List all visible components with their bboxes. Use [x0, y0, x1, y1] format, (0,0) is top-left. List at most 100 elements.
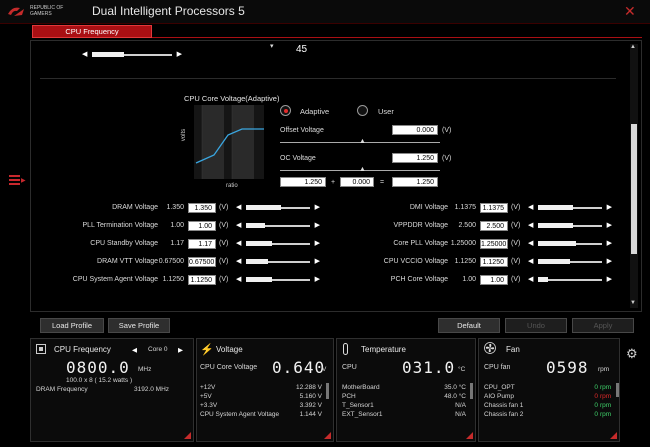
voltage-input[interactable]: 1.1250: [188, 275, 216, 285]
core-prev-icon[interactable]: ◀: [132, 346, 137, 354]
voltage-input[interactable]: 1.1375: [480, 203, 508, 213]
slider-left-arrow-icon[interactable]: ◀: [528, 275, 533, 283]
voltage-row-label: +12V: [200, 384, 216, 391]
voltage-slider[interactable]: ◀ ▶: [528, 239, 612, 248]
voltage-label: PCH Core Voltage: [390, 276, 448, 283]
slider-right-arrow-icon[interactable]: ▶: [607, 275, 612, 283]
voltage-slider[interactable]: ◀ ▶: [236, 275, 320, 284]
voltage-scroll[interactable]: [326, 383, 329, 399]
offset-voltage-label: Offset Voltage: [280, 127, 324, 134]
dram-frequency-value: 3192.0 MHz: [134, 386, 170, 393]
temp-row-value: 48.0 °C: [444, 393, 466, 400]
voltage-slider[interactable]: ◀ ▶: [236, 239, 320, 248]
slider-right-arrow-icon[interactable]: ▶: [315, 257, 320, 265]
cpu-temp-label: CPU: [342, 364, 357, 371]
voltage-label: DMI Voltage: [409, 204, 448, 211]
dram-frequency-label: DRAM Frequency: [36, 386, 88, 393]
cpu-core-voltage-label: CPU Core Voltage: [200, 364, 258, 371]
core-next-icon[interactable]: ▶: [178, 346, 183, 354]
voltage-row-label: CPU System Agent Voltage: [200, 411, 280, 418]
voltage-graph: [194, 105, 264, 179]
default-button[interactable]: Default: [438, 318, 500, 333]
oc-slider-thumb[interactable]: ▲: [359, 166, 366, 173]
voltage-slider[interactable]: ◀ ▶: [236, 257, 320, 266]
save-profile-button[interactable]: Save Profile: [108, 318, 170, 333]
oc-voltage-input[interactable]: 1.250: [392, 153, 438, 163]
fan-row-unit: rpm: [600, 393, 612, 400]
voltage-slider[interactable]: ◀ ▶: [236, 203, 320, 212]
voltage-title: Voltage: [216, 345, 243, 354]
slider-right-arrow-icon[interactable]: ▶: [177, 50, 182, 58]
slider-right-arrow-icon[interactable]: ▶: [607, 221, 612, 229]
offset-voltage-input[interactable]: 0.000: [392, 125, 438, 135]
gear-icon[interactable]: ⚙: [626, 346, 638, 362]
slider-left-arrow-icon[interactable]: ◀: [528, 221, 533, 229]
slider-left-arrow-icon[interactable]: ◀: [528, 257, 533, 265]
voltage-default: 2.500: [458, 222, 476, 229]
voltage-slider[interactable]: ◀ ▶: [528, 203, 612, 212]
voltage-input[interactable]: 1.350: [188, 203, 216, 213]
slider-right-arrow-icon[interactable]: ▶: [607, 257, 612, 265]
top-slider[interactable]: ◀ ▶: [82, 50, 182, 59]
fan-scroll[interactable]: [616, 383, 619, 397]
slider-left-arrow-icon[interactable]: ◀: [236, 221, 241, 229]
slider-left-arrow-icon[interactable]: ◀: [528, 239, 533, 247]
apply-button[interactable]: Apply: [572, 318, 634, 333]
tab-cpu-frequency[interactable]: CPU Frequency: [32, 25, 152, 38]
temperature-scroll[interactable]: [470, 383, 473, 399]
cpu-temp-value: 031.0: [402, 358, 456, 377]
fan-row-value: 0: [594, 384, 598, 391]
fan-row-label: AIO Pump: [484, 393, 514, 400]
slider-left-arrow-icon[interactable]: ◀: [236, 257, 241, 265]
slider-right-arrow-icon[interactable]: ▶: [607, 203, 612, 211]
slider-left-arrow-icon[interactable]: ◀: [236, 239, 241, 247]
slider-left-arrow-icon[interactable]: ◀: [528, 203, 533, 211]
voltage-input[interactable]: 1.17: [188, 239, 216, 249]
scroll-up-icon[interactable]: ▲: [630, 44, 636, 50]
slider-left-arrow-icon[interactable]: ◀: [236, 275, 241, 283]
close-icon[interactable]: ✕: [624, 3, 636, 20]
voltage-input[interactable]: 0.67500: [188, 257, 216, 267]
graph-y-label: volts: [181, 128, 188, 142]
slider-right-arrow-icon[interactable]: ▶: [315, 275, 320, 283]
radio-adaptive[interactable]: [280, 105, 291, 116]
slider-right-arrow-icon[interactable]: ▶: [315, 221, 320, 229]
offset-slider-thumb[interactable]: ▲: [359, 138, 366, 145]
brand-line2: GAMERS: [30, 11, 52, 17]
temp-row-value: N/A: [455, 411, 466, 418]
scrollbar-thumb[interactable]: [631, 124, 637, 254]
side-menu-icon[interactable]: ▶: [9, 173, 26, 187]
voltage-input[interactable]: 1.00: [480, 275, 508, 285]
temperature-title: Temperature: [361, 345, 406, 354]
voltage-slider[interactable]: ◀ ▶: [528, 275, 612, 284]
cpu-core-voltage-value: 0.640: [272, 358, 326, 377]
cpu-temp-unit: °C: [458, 366, 466, 373]
voltage-slider[interactable]: ◀ ▶: [528, 221, 612, 230]
load-profile-button[interactable]: Load Profile: [40, 318, 104, 333]
voltage-unit: (V): [219, 240, 229, 247]
scroll-down-icon[interactable]: ▼: [630, 300, 636, 306]
fan-row-label: CPU_OPT: [484, 384, 515, 391]
user-label: User: [378, 107, 394, 116]
app-title: Dual Intelligent Processors 5: [92, 4, 245, 18]
voltage-label: Core PLL Voltage: [393, 240, 448, 247]
slider-left-arrow-icon[interactable]: ◀: [82, 50, 87, 58]
slider-left-arrow-icon[interactable]: ◀: [236, 203, 241, 211]
voltage-input[interactable]: 1.25000: [480, 239, 508, 249]
voltage-default: 1.1375: [454, 204, 476, 211]
voltage-input[interactable]: 1.1250: [480, 257, 508, 267]
voltage-row-value: 5.160 V: [299, 393, 322, 400]
voltage-unit: (V): [511, 222, 521, 229]
slider-right-arrow-icon[interactable]: ▶: [315, 239, 320, 247]
voltage-slider[interactable]: ◀ ▶: [528, 257, 612, 266]
voltage-input[interactable]: 1.00: [188, 221, 216, 231]
radio-user[interactable]: [357, 105, 368, 116]
core-selector[interactable]: Core 0: [148, 346, 168, 353]
undo-button[interactable]: Undo: [505, 318, 567, 333]
voltage-slider[interactable]: ◀ ▶: [236, 221, 320, 230]
slider-right-arrow-icon[interactable]: ▶: [607, 239, 612, 247]
cpu-fan-value: 0598: [546, 358, 589, 377]
voltage-input[interactable]: 2.500: [480, 221, 508, 231]
slider-right-arrow-icon[interactable]: ▶: [315, 203, 320, 211]
voltage-unit: (V): [511, 240, 521, 247]
